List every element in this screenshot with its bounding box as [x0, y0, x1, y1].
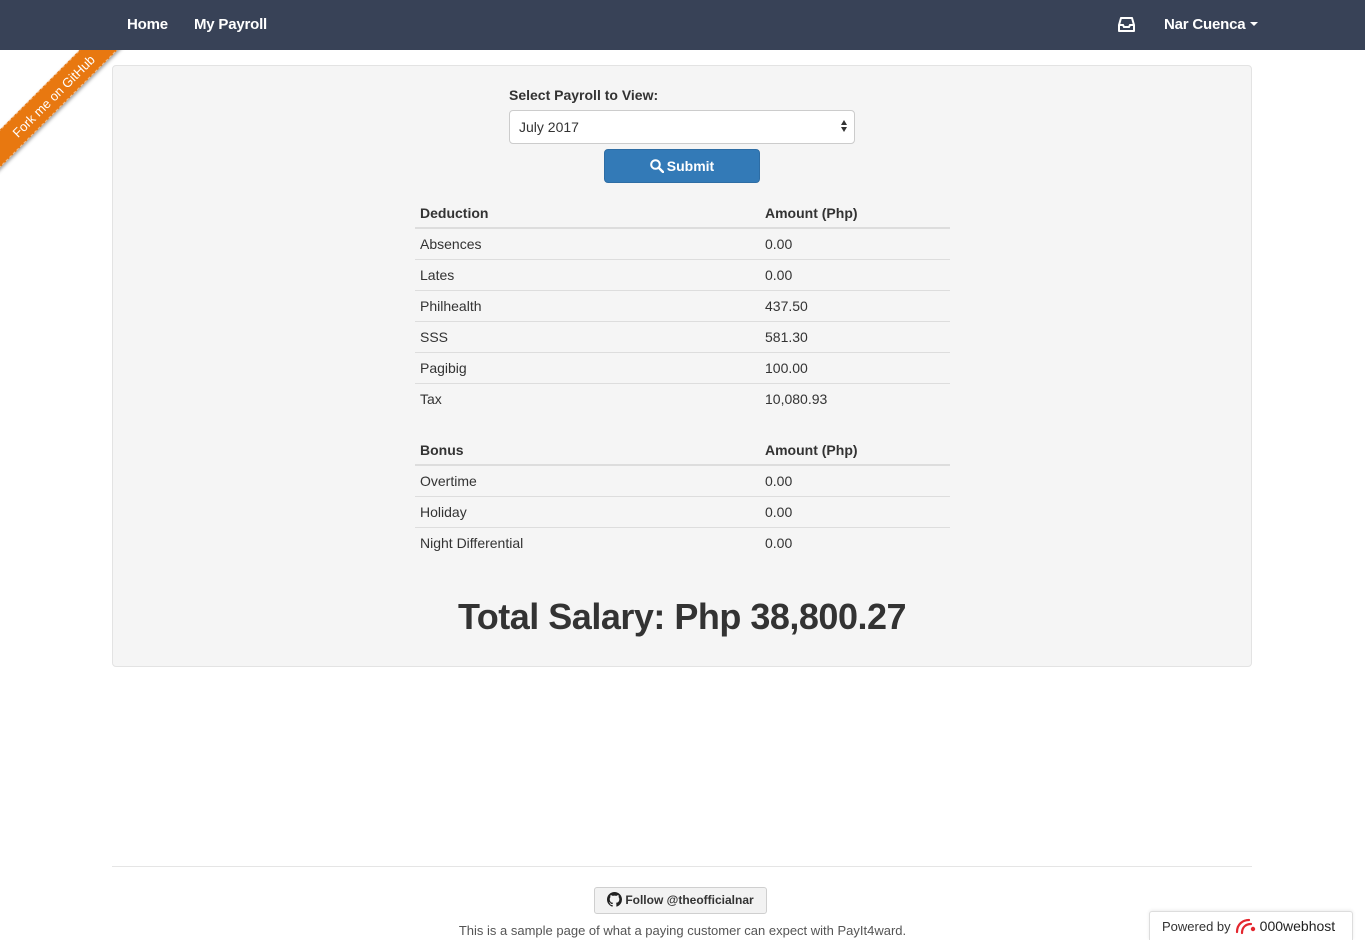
user-dropdown[interactable]: Nar Cuenca [1164, 0, 1259, 50]
top-navbar: Home My Payroll Nar Cuenca [0, 0, 1365, 50]
payroll-select[interactable]: July 2017 [509, 110, 855, 144]
webhost-brand: 000webhost [1259, 918, 1336, 934]
deduction-label: Pagibig [415, 351, 760, 383]
table-row: Holiday 0.00 [415, 495, 950, 527]
table-row: SSS 581.30 [415, 320, 950, 352]
powered-by-label: Powered by [1162, 919, 1231, 934]
bonus-header: Bonus [415, 435, 760, 466]
table-row: Overtime 0.00 [415, 465, 950, 496]
webhost-logo-icon [1235, 918, 1255, 935]
powered-by-badge[interactable]: Powered by 000webhost [1149, 911, 1353, 940]
deduction-label: Lates [415, 258, 760, 290]
bonus-amount: 0.00 [760, 495, 950, 527]
footer-divider [112, 866, 1252, 867]
inbox-icon[interactable] [1118, 16, 1135, 33]
deduction-amount: 100.00 [760, 351, 950, 383]
table-row: Absences 0.00 [415, 228, 950, 259]
user-name: Nar Cuenca [1164, 16, 1246, 33]
bonus-amount: 0.00 [760, 526, 950, 558]
submit-button[interactable]: Submit [604, 149, 760, 183]
follow-label: Follow @theofficialnar [625, 893, 754, 907]
deduction-label: Philhealth [415, 289, 760, 321]
deduction-amount-header: Amount (Php) [760, 198, 950, 229]
deductions-table: Deduction Amount (Php) Absences 0.00 Late… [415, 198, 950, 414]
nav-home-link[interactable]: Home [127, 0, 168, 50]
bonus-label: Overtime [420, 472, 477, 489]
total-salary: Total Salary: Php 38,800.27 [457, 596, 907, 637]
deduction-amount: 0.00 [765, 235, 793, 252]
chevron-down-icon [1250, 22, 1259, 27]
bonus-amount-header: Amount (Php) [760, 435, 950, 466]
table-row: Tax 10,080.93 [415, 382, 950, 414]
github-icon [607, 892, 623, 907]
payroll-panel: Select Payroll to View: July 2017 Submit… [112, 65, 1252, 667]
bonus-label: Holiday [415, 495, 760, 527]
github-follow-button[interactable]: Follow @theofficialnar [594, 887, 767, 914]
nav-my-payroll-link[interactable]: My Payroll [194, 0, 267, 50]
table-row: Pagibig 100.00 [415, 351, 950, 383]
deduction-header: Deduction [415, 198, 760, 229]
deduction-label: Tax [415, 382, 760, 414]
table-row: Lates 0.00 [415, 258, 950, 290]
deduction-amount: 581.30 [760, 320, 950, 352]
deduction-label: Absences [420, 235, 482, 252]
search-icon [649, 158, 664, 173]
table-row: Night Differential 0.00 [415, 526, 950, 558]
bonus-amount: 0.00 [765, 472, 793, 489]
bonus-label: Night Differential [415, 526, 760, 558]
deduction-label: SSS [415, 320, 760, 352]
submit-label: Submit [666, 158, 715, 174]
deduction-amount: 0.00 [760, 258, 950, 290]
deduction-amount: 10,080.93 [760, 382, 950, 414]
payroll-select-value: July 2017 [519, 119, 579, 135]
payroll-select-label: Select Payroll to View: [509, 87, 659, 103]
select-arrows-icon [841, 120, 849, 134]
table-row: Philhealth 437.50 [415, 289, 950, 321]
deduction-amount: 437.50 [760, 289, 950, 321]
bonus-table: Bonus Amount (Php) Overtime 0.00 Holiday 0… [415, 435, 950, 558]
